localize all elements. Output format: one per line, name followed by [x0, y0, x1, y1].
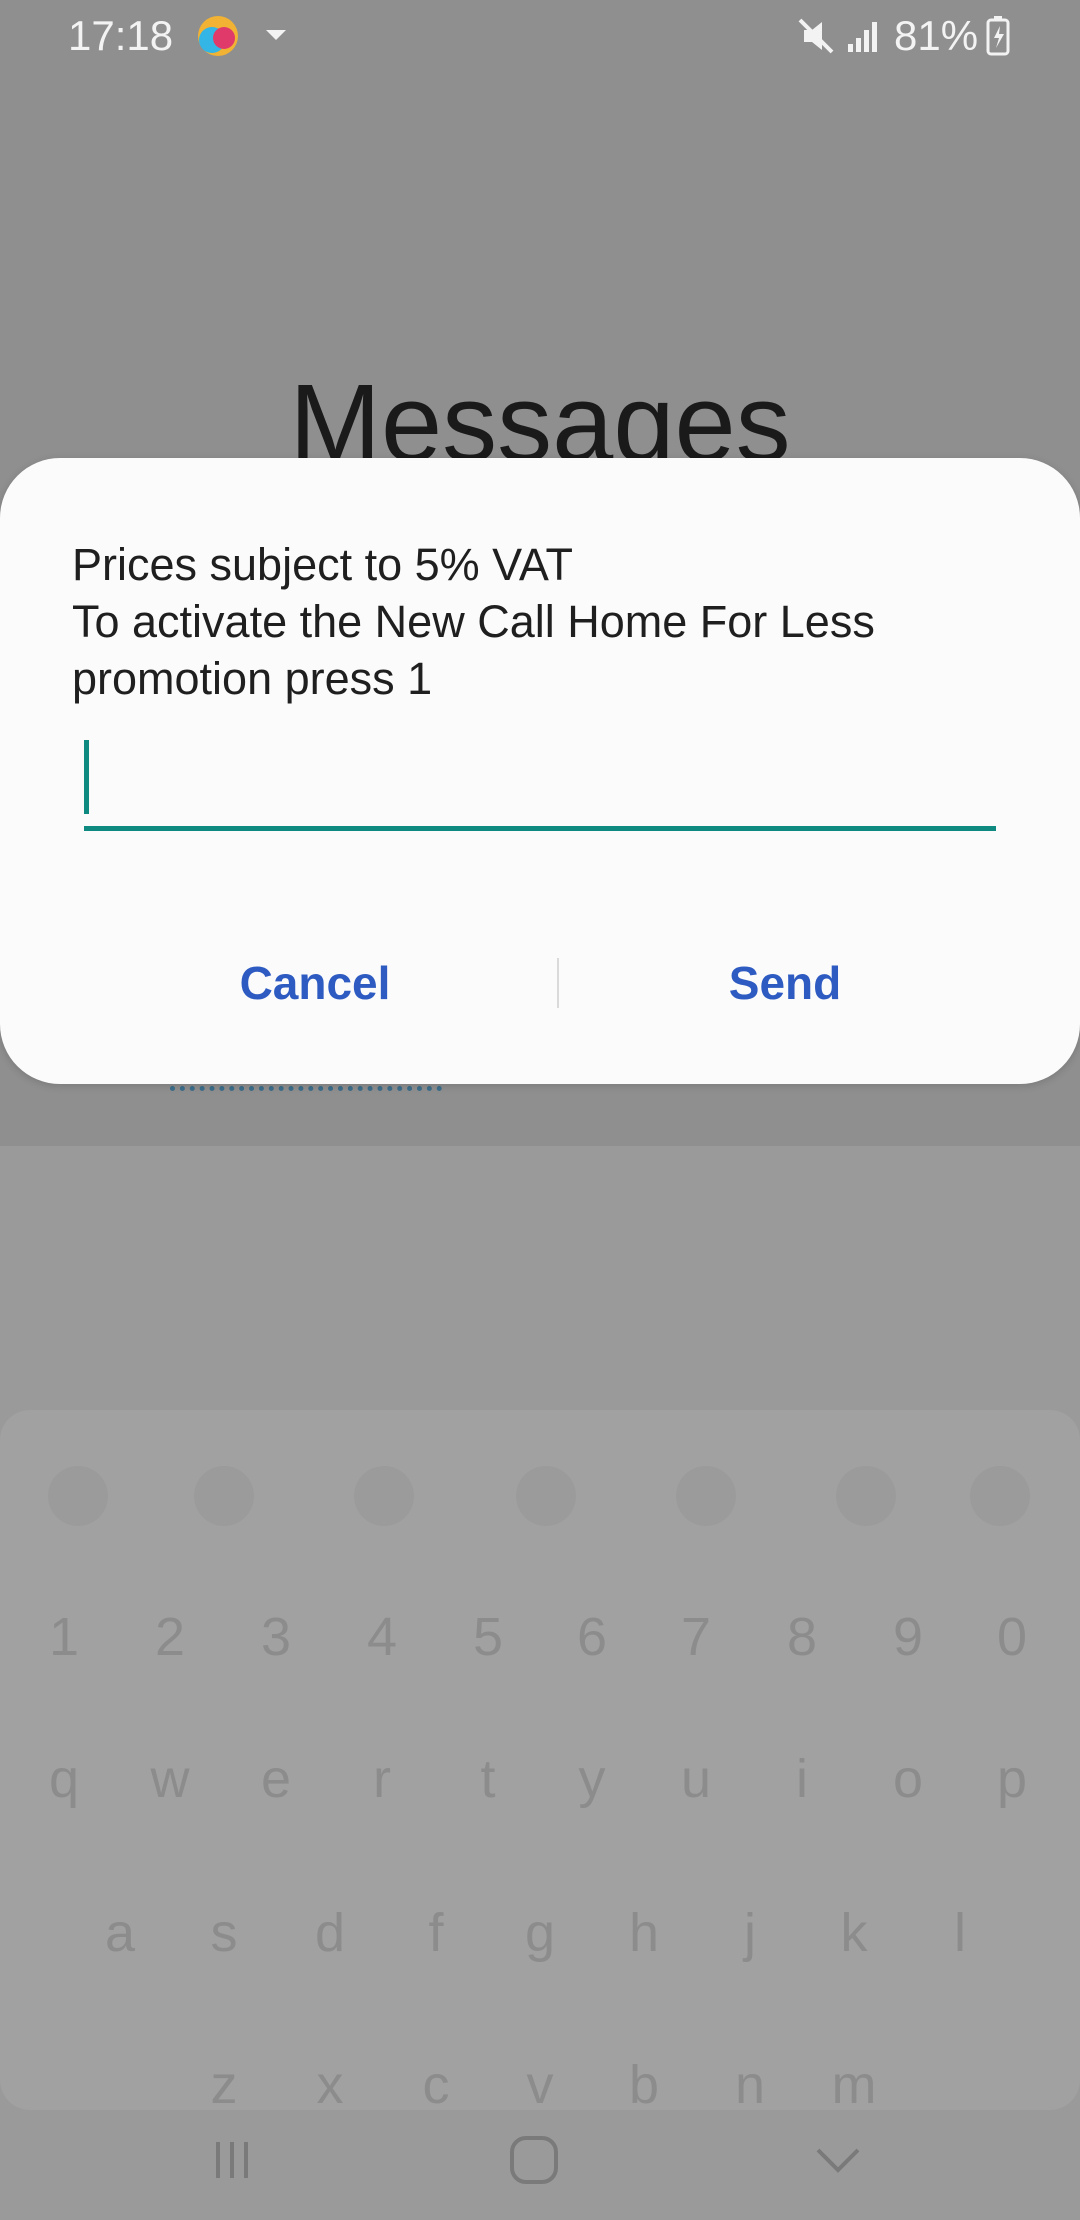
key[interactable]: 6 — [544, 1606, 640, 1668]
key[interactable]: g — [492, 1902, 588, 1964]
key[interactable]: 5 — [440, 1606, 536, 1668]
text-cursor — [84, 740, 89, 814]
key[interactable]: h — [596, 1902, 692, 1964]
settings-icon[interactable] — [836, 1466, 896, 1526]
key[interactable]: 8 — [754, 1606, 850, 1668]
key[interactable]: p — [964, 1748, 1060, 1810]
keyboard: 1 2 3 4 5 6 7 8 9 0 q w e r t y u i o p … — [0, 1410, 1080, 2115]
status-time: 17:18 — [68, 12, 174, 59]
key[interactable]: a — [72, 1902, 168, 1964]
microphone-icon[interactable] — [676, 1466, 736, 1526]
key[interactable]: 2 — [122, 1606, 218, 1668]
key[interactable]: 0 — [964, 1606, 1060, 1668]
key[interactable]: 1 — [16, 1606, 112, 1668]
key[interactable]: s — [176, 1902, 272, 1964]
home-icon — [510, 2136, 558, 2184]
key[interactable]: 4 — [334, 1606, 430, 1668]
key[interactable]: r — [334, 1748, 430, 1810]
key[interactable]: t — [440, 1748, 536, 1810]
back-icon — [816, 2148, 860, 2173]
app-notification-icon — [198, 16, 238, 56]
emoji-icon[interactable] — [194, 1466, 254, 1526]
response-input[interactable] — [84, 734, 996, 831]
key[interactable]: f — [388, 1902, 484, 1964]
key[interactable]: y — [544, 1748, 640, 1810]
mute-icon — [798, 18, 834, 54]
dotted-link — [170, 1086, 442, 1091]
key[interactable]: k — [806, 1902, 902, 1964]
key[interactable]: d — [282, 1902, 378, 1964]
battery-percent: 81% — [894, 12, 979, 59]
home-button[interactable] — [474, 2100, 594, 2220]
more-icon[interactable] — [970, 1466, 1030, 1526]
battery-charging-icon — [986, 16, 1010, 56]
back-button[interactable] — [778, 2100, 898, 2220]
clipboard-icon[interactable] — [516, 1466, 576, 1526]
signal-icon — [848, 22, 877, 52]
dialog-actions: Cancel Send — [0, 928, 1080, 1038]
key[interactable]: o — [860, 1748, 956, 1810]
sticker-icon[interactable] — [354, 1466, 414, 1526]
key[interactable]: i — [754, 1748, 850, 1810]
navigation-bar — [0, 2100, 1080, 2220]
status-bar: 17:18 81% — [0, 0, 1080, 72]
key[interactable]: 9 — [860, 1606, 956, 1668]
recent-apps-icon — [216, 2142, 248, 2178]
ussd-dialog: Prices subject to 5% VAT To activate the… — [0, 458, 1080, 1084]
dialog-message: Prices subject to 5% VAT To activate the… — [72, 539, 875, 704]
key[interactable]: w — [122, 1748, 218, 1810]
expand-caret-icon — [266, 30, 286, 40]
cancel-button[interactable]: Cancel — [80, 928, 550, 1038]
key[interactable]: 3 — [228, 1606, 324, 1668]
keyboard-toolbar — [0, 1410, 1080, 1560]
key[interactable]: u — [648, 1748, 744, 1810]
key[interactable]: 7 — [648, 1606, 744, 1668]
key[interactable]: j — [702, 1902, 798, 1964]
key[interactable]: e — [228, 1748, 324, 1810]
key[interactable]: q — [16, 1748, 112, 1810]
key[interactable]: l — [912, 1902, 1008, 1964]
language-switch-icon[interactable] — [48, 1466, 108, 1526]
recent-apps-button[interactable] — [172, 2100, 292, 2220]
send-button[interactable]: Send — [550, 928, 1020, 1038]
